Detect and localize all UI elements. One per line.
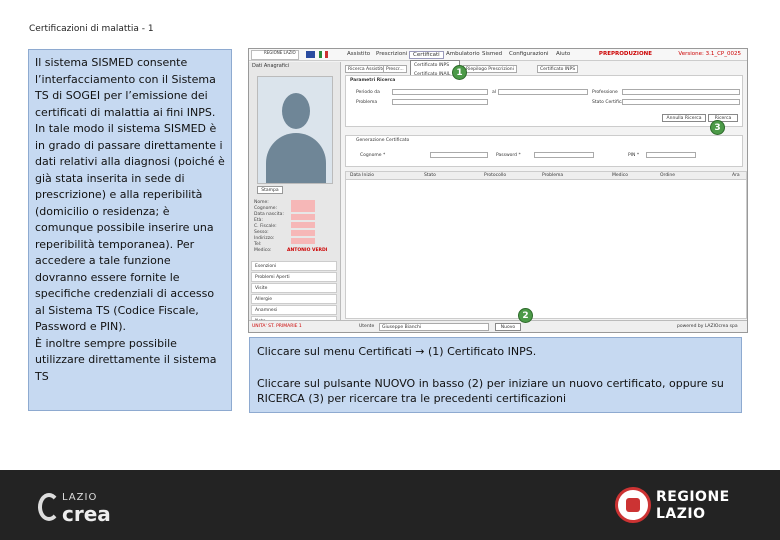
patient-photo [257, 76, 333, 184]
avatar-head-icon [282, 93, 310, 129]
search-panel-title: Parametri Ricerca [350, 78, 396, 83]
sidebar-item-problemi-aperti[interactable]: Problemi Aperti [251, 272, 337, 282]
laziocrea-mark-icon [38, 493, 60, 521]
column-header-medico[interactable]: Medico [612, 173, 628, 178]
redacted-value [291, 214, 315, 220]
field-indirizzo: Indirizzo: [254, 236, 275, 241]
tab-ricerca-assistito[interactable]: Ricerca Assistito [345, 65, 388, 73]
professione-label: Professione [592, 90, 618, 95]
menu-aiuto[interactable]: Aiuto [556, 51, 570, 57]
tab-riepilogo-prescrizioni[interactable]: Riepilogo Prescrizioni [463, 65, 517, 73]
tab-dati-anagrafici[interactable]: Dati Anagrafici [252, 63, 289, 69]
description-paragraph-2: In tale modo il sistema SISMED è in grad… [35, 122, 225, 333]
field-cognome: Cognome: [254, 206, 278, 211]
field-eta: Età: [254, 218, 263, 223]
redacted-value [291, 222, 315, 228]
instruction-line-1: Cliccare sul menu Certificati → (1) Cert… [257, 345, 537, 358]
pin-label: PIN * [628, 153, 640, 158]
al-label: al [492, 90, 497, 95]
laziocrea-big-text: crea [62, 502, 111, 526]
redacted-value [291, 206, 315, 212]
column-header-data-inizio[interactable]: Data Inizio [350, 173, 374, 178]
menu-prescrizioni[interactable]: Prescrizioni [376, 51, 407, 57]
nuovo-button[interactable]: Nuovo [495, 323, 521, 331]
description-box: Il sistema SISMED consente l’interfaccia… [28, 49, 232, 411]
sidebar-item-allergie[interactable]: Allergie [251, 294, 337, 304]
cognome-input[interactable] [430, 152, 488, 158]
regione-text-line-2: LAZIO [656, 506, 706, 522]
app-bottom-bar: UNITA' ST. PRIMARIE 1 Utente Giuseppe Bi… [249, 320, 747, 332]
regione-seal-icon [615, 487, 651, 523]
step-marker-2: 2 [518, 308, 533, 323]
column-header-stato[interactable]: Stato [424, 173, 436, 178]
menu-configurazioni[interactable]: Configurazioni [509, 51, 549, 57]
step-marker-3: 3 [710, 120, 725, 135]
instruction-line-2: Cliccare sul pulsante NUOVO in basso (2)… [257, 377, 724, 405]
instructions-box: Cliccare sul menu Certificati → (1) Cert… [249, 337, 742, 413]
unit-status: UNITA' ST. PRIMARIE 1 [252, 324, 302, 329]
app-topbar: REGIONE LAZIO Assistito Prescrizioni Cer… [249, 49, 747, 61]
field-nome: Nome: [254, 200, 269, 205]
field-codice-fiscale: C. Fiscale: [254, 224, 277, 229]
description-paragraph-3: È inoltre sempre possibile utilizzare di… [35, 336, 217, 383]
patient-name: ANTONIO VERDI [287, 248, 328, 253]
avatar-body-icon [266, 133, 326, 183]
credentials-panel: Generazione Certificato Cognome * Passwo… [345, 135, 743, 167]
credentials-panel-title: Generazione Certificato [356, 138, 410, 143]
redacted-value [291, 230, 315, 236]
password-label: Password * [496, 153, 521, 158]
field-data-nascita: Data nascita: [254, 212, 284, 217]
menu-sismed[interactable]: Sismed [482, 51, 502, 57]
stato-select[interactable] [622, 99, 740, 105]
password-input[interactable] [534, 152, 594, 158]
description-paragraph-1: Il sistema SISMED consente l’interfaccia… [35, 56, 216, 119]
professione-select[interactable] [622, 89, 740, 95]
certificates-table: Data Inizio Stato Protocollo Problema Me… [345, 171, 747, 319]
menu-certificati[interactable]: Certificati [409, 51, 444, 59]
cognome-label: Cognome * [360, 153, 386, 158]
user-select[interactable]: Giuseppe Bianchi [379, 323, 489, 331]
column-header-ara[interactable]: Ara [732, 173, 740, 178]
column-header-protocollo[interactable]: Protocollo [484, 173, 506, 178]
tab-certificato-inps[interactable]: Certificato INPS [537, 65, 579, 73]
periodo-da-input[interactable] [392, 89, 488, 95]
periodo-al-input[interactable] [498, 89, 588, 95]
sidebar-item-visite[interactable]: Visite [251, 283, 337, 293]
regione-lazio-logo: REGIONE LAZIO [615, 487, 755, 527]
italy-flag-icon [319, 51, 328, 58]
regione-text-line-1: REGIONE [656, 489, 730, 505]
user-label: Utente [359, 324, 375, 329]
sidebar-item-esenzioni[interactable]: Esenzioni [251, 261, 337, 271]
slide-title: Certificazioni di malattia - 1 [29, 24, 154, 34]
problema-input[interactable] [392, 99, 488, 105]
menu-ambulatorio[interactable]: Ambulatorio [446, 51, 480, 57]
eu-flag-icon [306, 51, 315, 58]
field-medico: Medico: [254, 248, 272, 253]
redacted-value [291, 238, 315, 244]
search-panel: Parametri Ricerca Periodo da al Problema… [345, 75, 743, 127]
app-logo: REGIONE LAZIO [251, 50, 299, 60]
stampa-button[interactable]: Stampa [257, 186, 283, 194]
table-header: Data Inizio Stato Protocollo Problema Me… [346, 172, 746, 180]
laziocrea-logo: LAZIO crea [38, 489, 111, 527]
annulla-ricerca-button[interactable]: Annulla Ricerca [662, 114, 706, 122]
periodo-label: Periodo da [356, 90, 380, 95]
powered-by-label: powered by LAZIOcrea spa [677, 324, 738, 329]
sidebar-item-anamnesi[interactable]: Anamnesi [251, 305, 337, 315]
patient-sidebar: Dati Anagrafici Stampa Nome: Cognome: Da… [249, 62, 341, 332]
field-sesso: Sesso: [254, 230, 269, 235]
menu-assistito[interactable]: Assistito [347, 51, 370, 57]
version-label: Versione: 3.1_CP_0025 [678, 51, 741, 57]
footer-bar: LAZIO crea REGIONE LAZIO [0, 470, 780, 540]
column-header-problema[interactable]: Problema [542, 173, 563, 178]
problema-label: Problema [356, 100, 378, 105]
app-screenshot: REGIONE LAZIO Assistito Prescrizioni Cer… [248, 48, 748, 333]
field-tel: Tel: [254, 242, 262, 247]
pin-input[interactable] [646, 152, 696, 158]
environment-label: PREPRODUZIONE [598, 51, 652, 57]
tab-prescrizioni[interactable]: Prescr... [383, 65, 407, 73]
step-marker-1: 1 [452, 65, 467, 80]
column-header-ordine[interactable]: Ordine [660, 173, 675, 178]
